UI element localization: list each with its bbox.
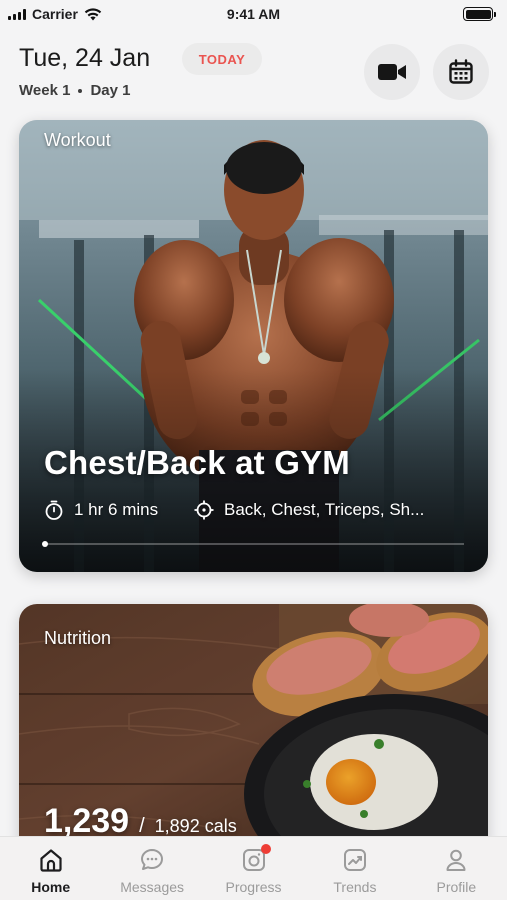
workout-muscles: Back, Chest, Triceps, Sh... <box>194 500 424 520</box>
signal-icon <box>8 8 26 20</box>
workout-progress-track[interactable] <box>44 543 464 545</box>
status-bar: Carrier 9:41 AM <box>0 0 507 28</box>
workout-progress-knob[interactable] <box>42 541 48 547</box>
chat-bubble-icon <box>141 849 164 870</box>
nutrition-card[interactable]: Nutrition 1,239 / 1,892 cals <box>19 604 488 854</box>
tab-home[interactable]: Home <box>0 837 101 900</box>
tab-home-label: Home <box>31 879 71 895</box>
tab-progress[interactable]: Progress <box>203 837 304 900</box>
target-icon <box>194 500 214 520</box>
progress-notification-dot <box>260 844 271 854</box>
video-call-button[interactable] <box>364 44 420 100</box>
nutrition-label: Nutrition <box>44 628 112 648</box>
user-icon <box>446 849 466 871</box>
wifi-icon <box>84 7 102 20</box>
workout-card[interactable]: Workout Chest/Back at GYM 1 hr 6 mins Ba… <box>19 120 488 572</box>
home-icon <box>40 849 62 872</box>
page-title-date: Tue, 24 Jan <box>19 44 151 72</box>
workout-label: Workout <box>44 130 111 150</box>
today-badge[interactable]: TODAY <box>182 43 262 75</box>
calendar-button[interactable] <box>433 44 489 100</box>
tab-messages-label: Messages <box>120 879 185 895</box>
video-camera-icon <box>378 64 406 80</box>
tab-progress-label: Progress <box>225 879 282 895</box>
tab-profile[interactable]: Profile <box>406 837 507 900</box>
week-day-indicator: Week 1 Day 1 <box>19 82 130 99</box>
day-label: Day 1 <box>90 82 131 99</box>
tab-profile-label: Profile <box>436 879 477 895</box>
separator-dot <box>78 88 83 93</box>
calories-goal: 1,892 cals <box>154 816 237 836</box>
week-label: Week 1 <box>19 82 71 99</box>
battery-icon <box>463 7 496 21</box>
tab-messages[interactable]: Messages <box>101 837 202 900</box>
tab-bar: Home Messages Progress Trends Profile <box>0 836 507 900</box>
calories-separator: / <box>139 815 145 837</box>
workout-title: Chest/Back at GYM <box>44 444 350 481</box>
muscles-text: Back, Chest, Triceps, Sh... <box>224 500 425 519</box>
stopwatch-icon <box>45 500 63 520</box>
duration-text: 1 hr 6 mins <box>74 500 159 519</box>
tab-trends-label: Trends <box>333 879 377 895</box>
trend-chart-icon <box>343 849 366 871</box>
calendar-icon <box>449 59 473 84</box>
workout-duration: 1 hr 6 mins <box>44 500 158 520</box>
carrier-name: Carrier <box>32 6 78 22</box>
header: Tue, 24 Jan TODAY Week 1 Day 1 <box>0 28 507 116</box>
tab-trends[interactable]: Trends <box>304 837 405 900</box>
carrier-group: Carrier <box>8 6 102 22</box>
